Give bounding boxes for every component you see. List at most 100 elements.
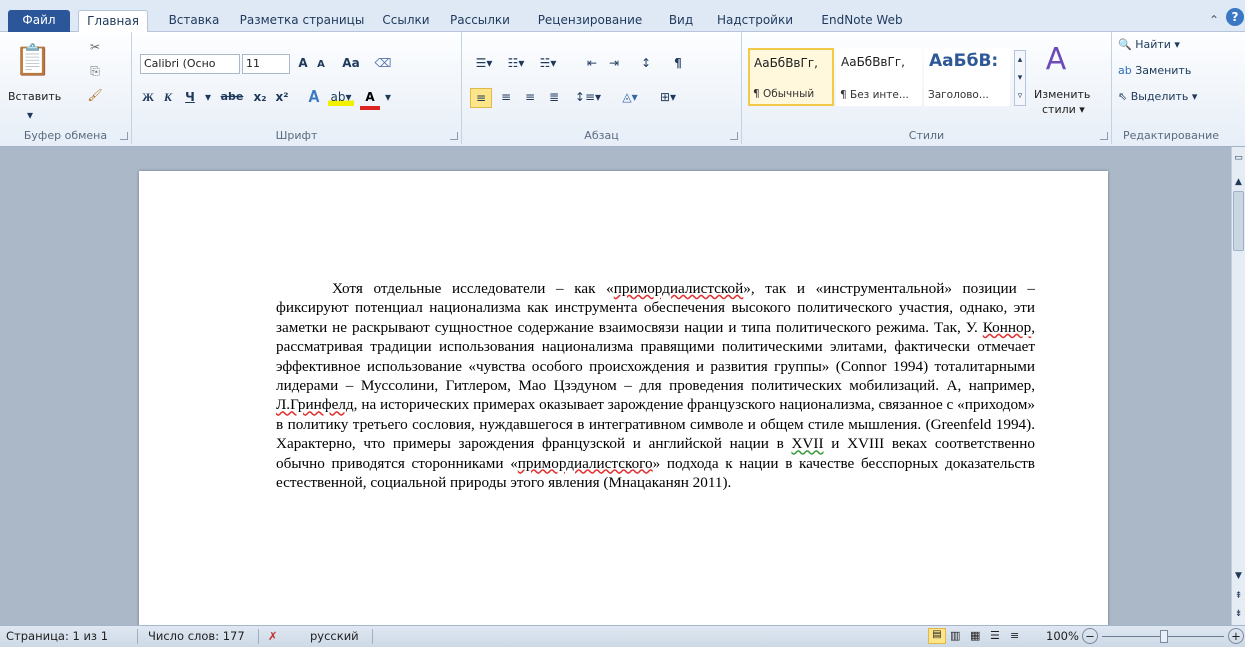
style-heading-sample: АаБбВ: bbox=[929, 51, 999, 71]
styles-launcher-icon[interactable] bbox=[1100, 132, 1108, 140]
subscript-button[interactable]: x₂ bbox=[250, 88, 270, 106]
outline-icon[interactable]: ☰ bbox=[990, 629, 1000, 642]
divider bbox=[137, 629, 138, 644]
zoom-slider-thumb[interactable] bbox=[1160, 630, 1168, 643]
style-heading-1[interactable]: АаБбВ: Заголово... bbox=[924, 48, 1010, 106]
scroll-down-icon[interactable]: ▼ bbox=[1232, 567, 1245, 585]
zoom-out-icon[interactable]: − bbox=[1082, 628, 1098, 644]
grow-font-icon[interactable]: A bbox=[294, 54, 312, 72]
replace-label: Заменить bbox=[1135, 64, 1192, 77]
next-page-icon[interactable]: ⇟ bbox=[1232, 605, 1245, 623]
copy-icon[interactable]: ⎘ bbox=[86, 62, 104, 80]
highlight-color-icon[interactable]: ab▾ bbox=[328, 88, 354, 106]
numbering-icon[interactable]: ☷▾ bbox=[502, 54, 530, 72]
tab-page-layout[interactable]: Разметка страницы bbox=[236, 10, 368, 32]
divider bbox=[258, 629, 259, 644]
paragraph-launcher-icon[interactable] bbox=[730, 132, 738, 140]
tab-insert[interactable]: Вставка bbox=[160, 10, 228, 32]
proofing-icon[interactable]: ✗ bbox=[268, 629, 278, 643]
language[interactable]: русский bbox=[310, 629, 359, 643]
change-styles-icon[interactable]: A bbox=[1038, 40, 1074, 80]
ruler-toggle-icon[interactable]: ▭ bbox=[1232, 149, 1245, 167]
justify-button[interactable]: ≣ bbox=[544, 88, 564, 106]
tab-view[interactable]: Вид bbox=[664, 10, 698, 32]
strikethrough-button[interactable]: abe bbox=[218, 88, 246, 106]
change-case-icon[interactable]: Aa bbox=[338, 54, 364, 72]
ribbon: 📋 Вставить ▾ ✂ ⎘ 🖌 Буфер обмена Calibri … bbox=[0, 32, 1245, 147]
font-name-select[interactable]: Calibri (Осно bbox=[140, 54, 240, 74]
italic-button[interactable]: К bbox=[160, 88, 176, 106]
zoom-in-icon[interactable]: + bbox=[1228, 628, 1244, 644]
align-left-button[interactable]: ≡ bbox=[470, 88, 492, 108]
paste-button[interactable]: Вставить bbox=[8, 90, 61, 103]
print-layout-icon[interactable]: ▤ bbox=[928, 628, 946, 644]
find-button[interactable]: 🔍 Найти ▾ bbox=[1118, 38, 1180, 51]
clear-format-icon[interactable]: ⌫ bbox=[374, 54, 392, 72]
increase-indent-icon[interactable]: ⇥ bbox=[604, 54, 624, 72]
change-styles-dropdown[interactable]: стили ▾ bbox=[1042, 103, 1085, 116]
underline-dropdown-icon[interactable]: ▾ bbox=[202, 88, 214, 106]
styles-scroll-icon[interactable]: ▴ ▾ ▿ bbox=[1014, 50, 1026, 106]
help-icon[interactable]: ? bbox=[1226, 8, 1244, 26]
grammar-error-word: XVII bbox=[791, 435, 824, 453]
font-launcher-icon[interactable] bbox=[450, 132, 458, 140]
clipboard-launcher-icon[interactable] bbox=[120, 132, 128, 140]
shading-icon[interactable]: ◬▾ bbox=[614, 88, 646, 106]
style-normal[interactable]: АаБбВвГг, ¶ Обычный bbox=[748, 48, 834, 106]
ribbon-tabs: Файл Главная Вставка Разметка страницы С… bbox=[0, 6, 1245, 33]
style-no-spacing-sample: АаБбВвГг, bbox=[841, 55, 905, 69]
previous-page-icon[interactable]: ⇞ bbox=[1232, 587, 1245, 605]
cut-icon[interactable]: ✂ bbox=[86, 38, 104, 56]
spell-error-word: примордиалистского bbox=[517, 454, 653, 472]
font-color-dropdown-icon[interactable]: ▾ bbox=[382, 88, 394, 106]
reading-layout-icon[interactable]: ▥ bbox=[950, 629, 960, 642]
minimize-ribbon-icon[interactable]: ⌃ bbox=[1206, 10, 1222, 32]
tab-file[interactable]: Файл bbox=[8, 10, 70, 32]
vertical-scrollbar[interactable]: ▭ ▲ ▼ ⇞ ⇟ bbox=[1231, 147, 1245, 625]
underline-button[interactable]: Ч bbox=[182, 88, 198, 106]
paste-dropdown-icon[interactable]: ▾ bbox=[22, 106, 38, 124]
tab-mailings[interactable]: Рассылки bbox=[444, 10, 516, 32]
spell-error-word: Л.Гринфелд bbox=[276, 396, 354, 414]
page-count[interactable]: Страница: 1 из 1 bbox=[6, 629, 108, 643]
editing-group-label: Редактирование bbox=[1123, 129, 1219, 142]
editing-group: 🔍 Найти ▾ ab Заменить ⇖ Выделить ▾ Редак… bbox=[1112, 32, 1230, 144]
scroll-thumb[interactable] bbox=[1233, 191, 1244, 251]
document-paragraph[interactable]: Хотя отдельные исследователи – как «прим… bbox=[276, 279, 1035, 492]
multilevel-list-icon[interactable]: ☵▾ bbox=[534, 54, 562, 72]
scroll-up-icon[interactable]: ▲ bbox=[1232, 173, 1245, 191]
paste-icon[interactable]: 📋 bbox=[14, 42, 51, 82]
style-no-spacing-label: ¶ Без инте... bbox=[840, 89, 909, 101]
tab-home[interactable]: Главная bbox=[78, 10, 148, 33]
select-button[interactable]: ⇖ Выделить ▾ bbox=[1118, 90, 1197, 103]
select-icon: ⇖ bbox=[1118, 90, 1128, 103]
replace-button[interactable]: ab Заменить bbox=[1118, 64, 1191, 77]
borders-icon[interactable]: ⊞▾ bbox=[652, 88, 684, 106]
web-layout-icon[interactable]: ▦ bbox=[970, 629, 980, 642]
draft-icon[interactable]: ≡ bbox=[1010, 629, 1019, 642]
format-painter-icon[interactable]: 🖌 bbox=[86, 86, 104, 104]
tab-addins[interactable]: Надстройки bbox=[708, 10, 802, 32]
clipboard-group: 📋 Вставить ▾ ✂ ⎘ 🖌 Буфер обмена bbox=[0, 32, 132, 144]
shrink-font-icon[interactable]: A bbox=[314, 56, 328, 74]
style-no-spacing[interactable]: АаБбВвГг, ¶ Без инте... bbox=[836, 48, 922, 106]
tab-endnote[interactable]: EndNote Web bbox=[812, 10, 912, 32]
font-size-select[interactable]: 11 bbox=[242, 54, 290, 74]
font-color-button[interactable]: A bbox=[360, 88, 380, 110]
bold-button[interactable]: Ж bbox=[140, 88, 156, 106]
align-center-button[interactable]: ≡ bbox=[496, 88, 516, 106]
bullets-icon[interactable]: ☰▾ bbox=[470, 54, 498, 72]
change-styles-button[interactable]: Изменить bbox=[1034, 88, 1090, 101]
zoom-level[interactable]: 100% bbox=[1046, 629, 1079, 643]
document-page[interactable]: Хотя отдельные исследователи – как «прим… bbox=[139, 171, 1108, 631]
decrease-indent-icon[interactable]: ⇤ bbox=[582, 54, 602, 72]
align-right-button[interactable]: ≡ bbox=[520, 88, 540, 106]
superscript-button[interactable]: x² bbox=[272, 88, 292, 106]
show-marks-icon[interactable]: ¶ bbox=[668, 54, 688, 72]
line-spacing-icon[interactable]: ↕≡▾ bbox=[574, 88, 602, 106]
text-effects-icon[interactable]: 𝐀 bbox=[304, 88, 324, 106]
tab-review[interactable]: Рецензирование bbox=[528, 10, 652, 32]
tab-references[interactable]: Ссылки bbox=[378, 10, 434, 32]
word-count[interactable]: Число слов: 177 bbox=[148, 629, 245, 643]
sort-icon[interactable]: ↕ bbox=[636, 54, 656, 72]
